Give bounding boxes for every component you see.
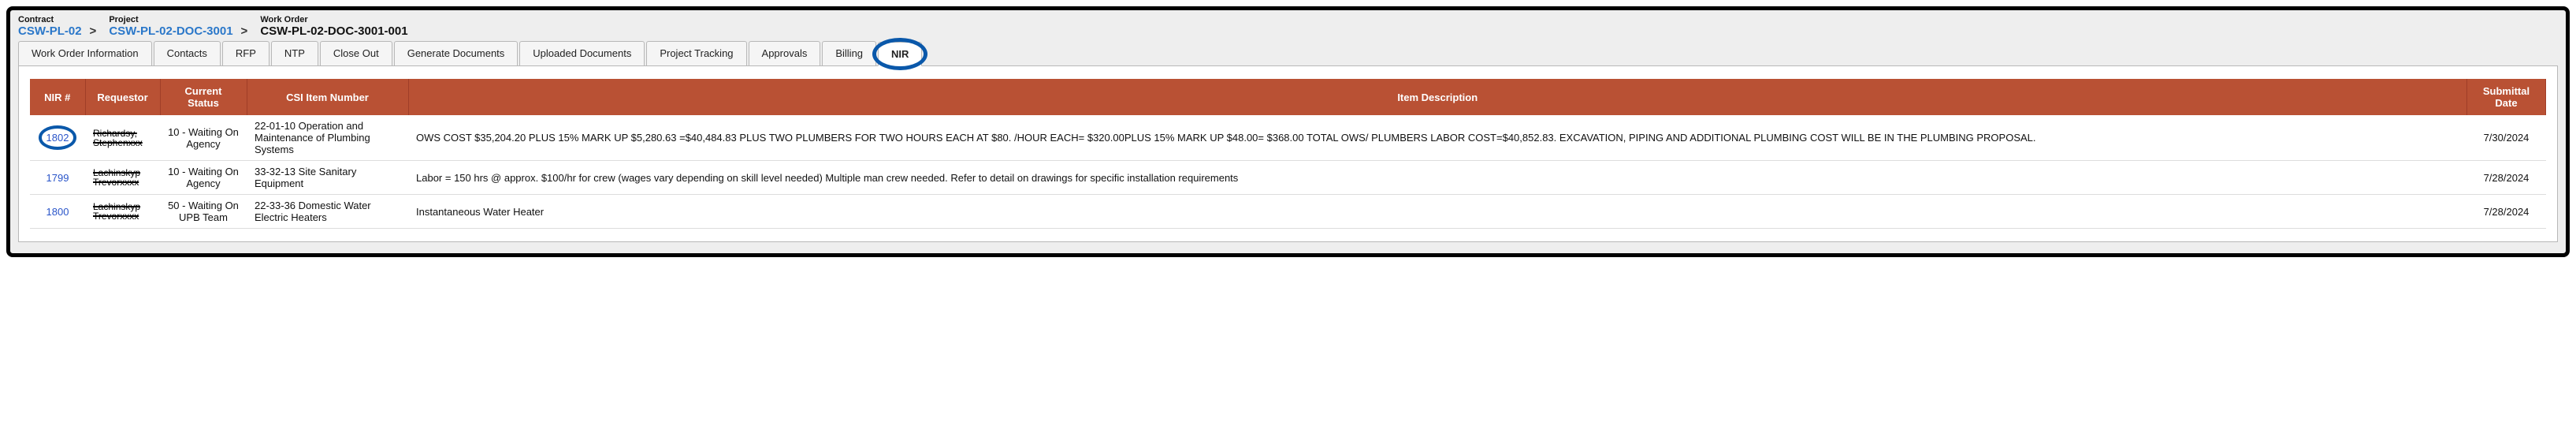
tab-contacts[interactable]: Contacts — [154, 41, 221, 65]
requestor-line: Trevorxxxx — [93, 211, 152, 221]
highlight-circle-icon — [39, 125, 77, 150]
tab-uploaded-documents[interactable]: Uploaded Documents — [519, 41, 645, 65]
description-cell: Instantaneous Water Heater — [408, 195, 2467, 229]
breadcrumb-contract-label: Contract — [18, 15, 96, 24]
status-cell: 10 - Waiting On Agency — [160, 161, 247, 195]
tab-approvals[interactable]: Approvals — [749, 41, 821, 65]
tabs: Work Order Information Contacts RFP NTP … — [18, 41, 2558, 66]
tab-billing[interactable]: Billing — [822, 41, 876, 65]
tab-nir-label: NIR — [891, 48, 909, 60]
requestor-cell: LachinskypTrevorxxxx — [85, 195, 160, 229]
breadcrumb-contract-link[interactable]: CSW-PL-02 — [18, 24, 82, 38]
breadcrumb-sep: > — [241, 24, 248, 38]
tab-work-order-information[interactable]: Work Order Information — [18, 41, 152, 65]
breadcrumb-project-link[interactable]: CSW-PL-02-DOC-3001 — [109, 24, 232, 38]
table-row: 1799 LachinskypTrevorxxxx10 - Waiting On … — [30, 161, 2546, 195]
table-row: 1802Richardsy,Stephenxxx10 - Waiting On … — [30, 115, 2546, 161]
requestor-cell: LachinskypTrevorxxxx — [85, 161, 160, 195]
th-nir[interactable]: NIR # — [30, 79, 85, 115]
th-requestor[interactable]: Requestor — [85, 79, 160, 115]
nir-link[interactable]: 1799 — [46, 172, 69, 184]
tab-generate-documents[interactable]: Generate Documents — [394, 41, 519, 65]
tab-close-out[interactable]: Close Out — [320, 41, 392, 65]
csi-cell: 22-33-36 Domestic Water Electric Heaters — [247, 195, 408, 229]
table-row: 1800 LachinskypTrevorxxxx50 - Waiting On … — [30, 195, 2546, 229]
nir-link[interactable]: 1800 — [46, 206, 69, 218]
breadcrumb-wo-value: CSW-PL-02-DOC-3001-001 — [260, 24, 407, 38]
description-cell: OWS COST $35,204.20 PLUS 15% MARK UP $5,… — [408, 115, 2467, 161]
breadcrumb-sep: > — [90, 24, 97, 38]
tab-project-tracking[interactable]: Project Tracking — [646, 41, 746, 65]
app-frame: Contract CSW-PL-02 > Project CSW-PL-02-D… — [6, 6, 2570, 257]
breadcrumb-project-label: Project — [109, 15, 247, 24]
requestor-line: Richardsy, — [93, 129, 152, 138]
requestor-cell: Richardsy,Stephenxxx — [85, 115, 160, 161]
nir-link[interactable]: 1802 — [46, 132, 69, 144]
breadcrumb-wo-label: Work Order — [260, 15, 407, 24]
th-csi[interactable]: CSI Item Number — [247, 79, 408, 115]
th-date[interactable]: Submittal Date — [2467, 79, 2546, 115]
breadcrumb: Contract CSW-PL-02 > Project CSW-PL-02-D… — [18, 15, 2558, 38]
requestor-line: Stephenxxx — [93, 138, 152, 148]
nir-panel: NIR # Requestor Current Status CSI Item … — [18, 66, 2558, 242]
date-cell: 7/28/2024 — [2467, 161, 2546, 195]
requestor-line: Trevorxxxx — [93, 177, 152, 187]
date-cell: 7/30/2024 — [2467, 115, 2546, 161]
tab-nir[interactable]: NIR — [878, 42, 922, 66]
csi-cell: 22-01-10 Operation and Maintenance of Pl… — [247, 115, 408, 161]
th-status[interactable]: Current Status — [160, 79, 247, 115]
tab-rfp[interactable]: RFP — [222, 41, 269, 65]
date-cell: 7/28/2024 — [2467, 195, 2546, 229]
csi-cell: 33-32-13 Site Sanitary Equipment — [247, 161, 408, 195]
tab-ntp[interactable]: NTP — [271, 41, 318, 65]
th-desc[interactable]: Item Description — [408, 79, 2467, 115]
status-cell: 50 - Waiting On UPB Team — [160, 195, 247, 229]
nir-table: NIR # Requestor Current Status CSI Item … — [30, 79, 2546, 229]
description-cell: Labor = 150 hrs @ approx. $100/hr for cr… — [408, 161, 2467, 195]
status-cell: 10 - Waiting On Agency — [160, 115, 247, 161]
